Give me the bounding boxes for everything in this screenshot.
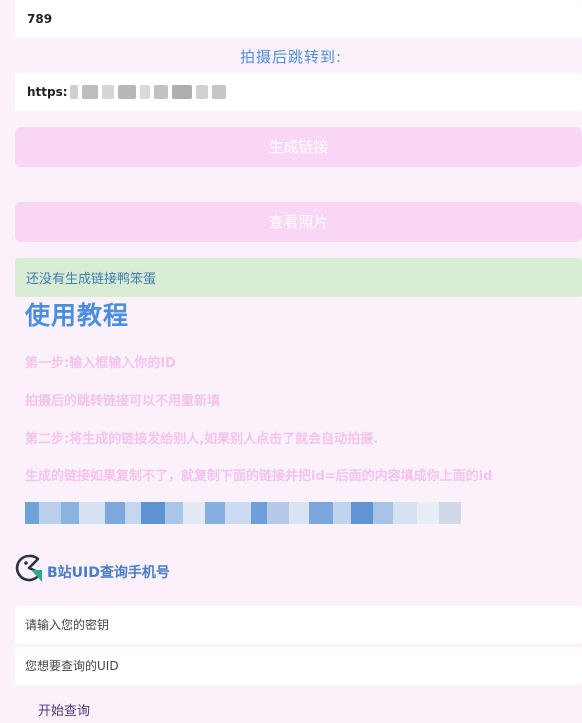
redirect-url-input[interactable]: https: <box>15 73 582 111</box>
generate-link-button[interactable]: 生成链接 <box>15 127 582 167</box>
tutorial-step-4: 生成的链接如果复制不了，就复制下面的链接并把id=后面的内容填成你上面的id <box>25 469 493 484</box>
tutorial-step-2: 拍摄后的跳转链接可以不用重新填 <box>25 394 221 409</box>
redirect-url-prefix: https: <box>27 85 68 99</box>
id-input-value: 789 <box>27 12 53 26</box>
status-notice-text: 还没有生成链接鸭笨蛋 <box>26 272 157 287</box>
uid-query-title: B站UID查询手机号 <box>47 565 170 581</box>
redirect-url-redacted <box>68 85 226 99</box>
pacman-logo-icon <box>13 552 45 584</box>
uid-query-header: B站UID查询手机号 <box>13 548 170 588</box>
uid-input[interactable] <box>15 647 582 685</box>
id-input[interactable]: 789 <box>15 0 582 38</box>
example-link-redacted[interactable] <box>25 502 493 524</box>
redirect-label: 拍摄后跳转到: <box>239 48 343 66</box>
tutorial-step-1: 第一步:输入框输入你的ID <box>25 356 176 371</box>
secret-key-input[interactable] <box>15 606 582 644</box>
tutorial-step-3: 第二步:将生成的链接发给别人,如果别人点击了就会自动拍摄. <box>25 432 379 447</box>
start-query-button[interactable]: 开始查询 <box>38 700 90 719</box>
tutorial-title: 使用教程 <box>25 301 130 330</box>
view-photos-button[interactable]: 查看照片 <box>15 202 582 242</box>
status-notice: 还没有生成链接鸭笨蛋 <box>15 258 582 297</box>
